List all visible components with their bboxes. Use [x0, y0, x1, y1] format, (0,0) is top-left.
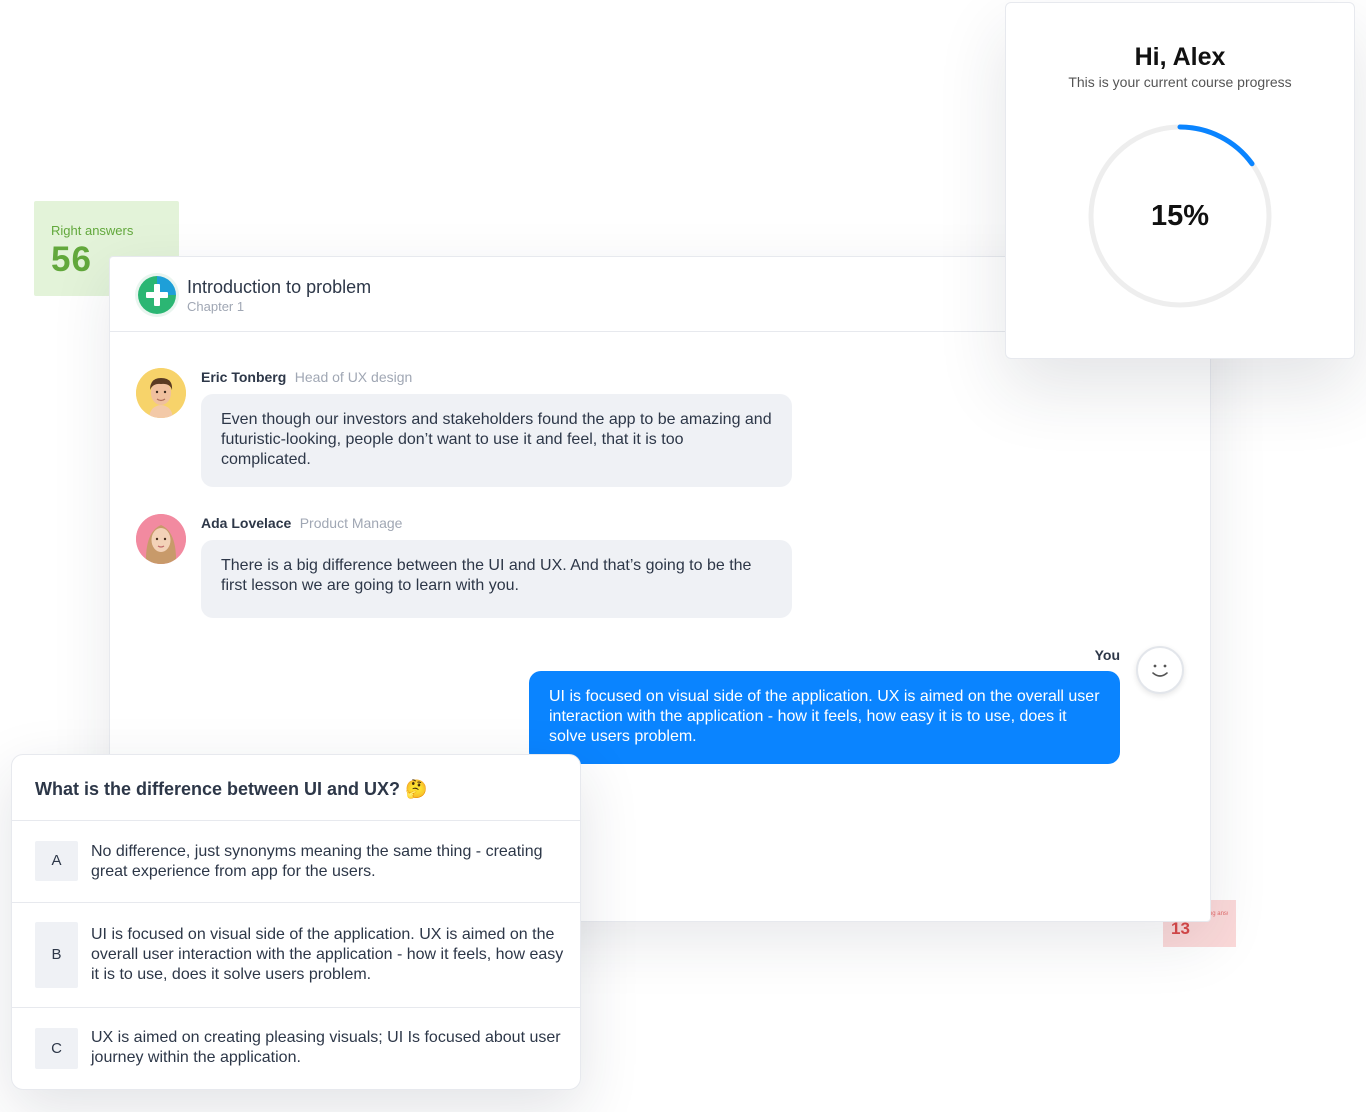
message-header: Ada Lovelace Product Manage — [201, 515, 402, 533]
chat-title: Introduction to problem — [187, 277, 372, 297]
quiz-question: What is the difference between UI and UX… — [12, 755, 580, 821]
avatar — [136, 368, 186, 418]
right-answers-label: Right answers — [51, 223, 134, 238]
my-message-bubble: UI is focused on visual side of the appl… — [529, 671, 1120, 764]
quiz-option-b[interactable]: B UI is focused on visual side of the ap… — [12, 903, 580, 1008]
wrong-answers-count: 13 — [1171, 919, 1190, 938]
message-bubble: There is a big difference between the UI… — [201, 540, 792, 618]
quiz-option-c[interactable]: C UX is aimed on creating pleasing visua… — [12, 1008, 580, 1089]
option-text: No difference, just synonyms meaning the… — [91, 843, 543, 880]
sender-role: Product Manage — [299, 515, 403, 531]
progress-card: Hi, Alex This is your current course pro… — [1005, 2, 1355, 359]
option-letter: B — [35, 922, 78, 988]
option-letter: C — [35, 1028, 78, 1069]
smiley-face-icon — [1136, 646, 1184, 694]
plus-circle-icon — [138, 276, 176, 314]
quiz-option-a[interactable]: A No difference, just synonyms meaning t… — [12, 821, 580, 903]
you-label: You — [1094, 647, 1120, 663]
message-bubble: Even though our investors and stakeholde… — [201, 394, 792, 487]
progress-ring: 15% — [1085, 121, 1275, 311]
sender-name: Ada Lovelace — [201, 515, 292, 531]
chat-subtitle: Chapter 1 — [187, 299, 245, 314]
option-text: UI is focused on visual side of the appl… — [91, 926, 564, 983]
greeting: Hi, Alex — [1134, 43, 1226, 71]
avatar — [136, 514, 186, 564]
sender-name: Eric Tonberg — [201, 369, 287, 385]
option-text: UX is aimed on creating pleasing visuals… — [91, 1029, 561, 1066]
quiz-card: What is the difference between UI and UX… — [11, 754, 581, 1090]
option-letter: A — [35, 841, 78, 881]
progress-percent: 15% — [1150, 200, 1210, 232]
sender-role: Head of UX design — [294, 369, 413, 385]
message-header: Eric Tonberg Head of UX design — [201, 369, 412, 387]
progress-subtitle: This is your current course progress — [1068, 74, 1292, 90]
